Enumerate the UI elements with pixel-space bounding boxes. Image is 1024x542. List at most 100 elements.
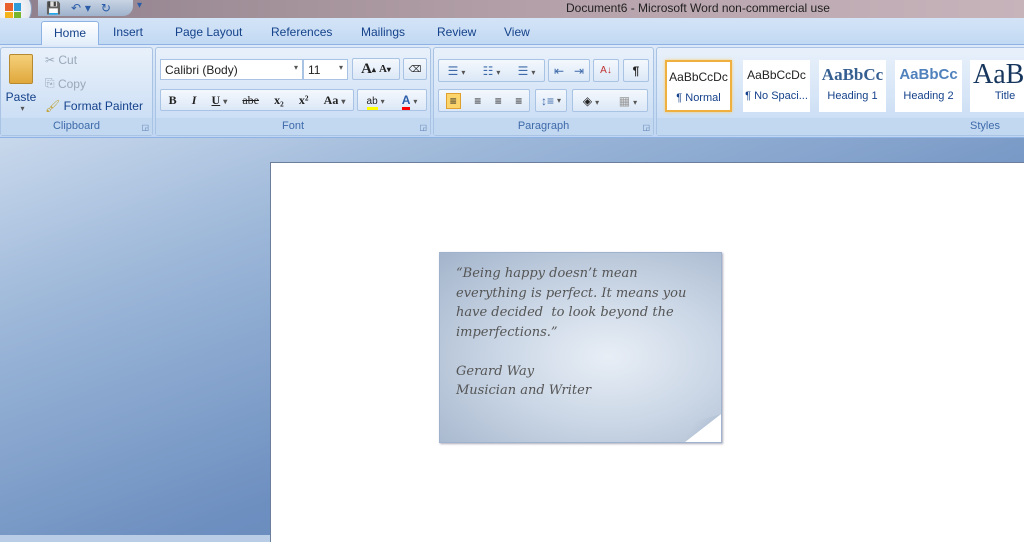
- font-size-value: 11: [308, 63, 321, 77]
- grow-font-button[interactable]: A: [361, 61, 372, 78]
- dialog-launcher-icon[interactable]: ◲: [419, 123, 427, 132]
- tab-references[interactable]: References: [271, 25, 332, 39]
- bullets-button[interactable]: ☰ ▾: [448, 64, 466, 78]
- font-name-value: Calibri (Body): [165, 63, 238, 77]
- chevron-down-icon: ▾: [20, 103, 25, 113]
- redo-icon[interactable]: ↻: [101, 1, 111, 15]
- style-name: ¶ Normal: [676, 92, 721, 104]
- color-bar: ab ▾ A ▾: [357, 89, 427, 111]
- paste-button[interactable]: Paste ▾: [3, 52, 39, 114]
- borders-button[interactable]: ▦ ▾: [619, 94, 637, 108]
- style-name: Heading 2: [903, 90, 954, 102]
- indent-buttons: ⇤ ⇥: [548, 59, 590, 82]
- cut-button[interactable]: ✂ Cut: [45, 53, 77, 67]
- clipboard-group-footer: Clipboard ◲: [1, 118, 152, 135]
- shading-button[interactable]: ◈ ▾: [583, 94, 599, 108]
- sort-button[interactable]: A↓: [593, 59, 619, 82]
- format-painter-label: Format Painter: [63, 99, 143, 113]
- show-formatting-button[interactable]: ¶: [623, 59, 649, 82]
- styles-label: Styles: [970, 120, 1000, 132]
- justify-button[interactable]: ≡: [515, 94, 522, 108]
- center-button[interactable]: ≡: [474, 94, 481, 108]
- undo-icon[interactable]: ↶ ▾: [71, 1, 91, 15]
- tab-page-layout[interactable]: Page Layout: [175, 25, 242, 39]
- title-bar: 💾 ↶ ▾ ↻ ▾ Document6 - Microsoft Word non…: [0, 0, 1024, 18]
- font-size-buttons: A ▴ A ▾: [352, 58, 400, 80]
- italic-button[interactable]: I: [192, 93, 197, 108]
- chevron-down-icon: ▾: [413, 97, 418, 106]
- font-group-footer: Font ◲: [156, 118, 430, 135]
- dialog-launcher-icon[interactable]: ◲: [642, 123, 650, 132]
- quote-text-box[interactable]: “Being happy doesn’t mean everything is …: [439, 252, 722, 443]
- save-icon[interactable]: 💾: [46, 1, 61, 15]
- superscript-button[interactable]: x²: [299, 93, 309, 108]
- styles-group-footer: Styles: [657, 118, 1024, 135]
- align-right-button[interactable]: ≡: [495, 94, 502, 108]
- change-case-label: Aa: [323, 92, 339, 107]
- office-logo-icon: [5, 3, 21, 19]
- font-color-button[interactable]: A ▾: [401, 93, 418, 110]
- chevron-down-icon: ▾: [223, 96, 228, 106]
- sort-icon: A↓: [600, 65, 612, 76]
- window-title: Document6 - Microsoft Word non-commercia…: [566, 1, 830, 15]
- font-group: Calibri (Body) ▾ 11 ▾ A ▴ A ▾ ⌫ B I U ▾ abe x…: [155, 47, 431, 136]
- style-heading-2[interactable]: AaBbCc Heading 2: [895, 60, 962, 112]
- shading-border-bar: ◈ ▾ ▦ ▾: [572, 89, 648, 112]
- style-preview: AaB: [973, 60, 1024, 90]
- scissors-icon: ✂: [45, 53, 59, 67]
- style-preview: AaBbCcDc: [747, 68, 806, 82]
- numbering-button[interactable]: ☷ ▾: [483, 64, 501, 78]
- font-size-select[interactable]: 11 ▾: [303, 59, 348, 80]
- tab-insert[interactable]: Insert: [113, 25, 143, 39]
- multilevel-list-button[interactable]: ☰ ▾: [518, 64, 536, 78]
- quick-access-toolbar: 💾 ↶ ▾ ↻: [38, 0, 133, 16]
- strikethrough-button[interactable]: abe: [242, 93, 259, 108]
- quote-author: Gerard Way: [456, 363, 535, 379]
- paragraph-label: Paragraph: [517, 120, 570, 132]
- tab-mailings[interactable]: Mailings: [361, 25, 405, 39]
- arrow-down-icon: ▾: [386, 64, 391, 74]
- highlight-button[interactable]: ab ▾: [366, 93, 385, 110]
- customize-qat-icon[interactable]: ▾: [137, 0, 142, 11]
- copy-label: Copy: [57, 76, 86, 91]
- ribbon: Paste ▾ ✂ Cut ⎘ Copy 🖌 Format Painter Cl…: [0, 45, 1024, 138]
- style-no-spacing[interactable]: AaBbCcDc ¶ No Spaci...: [743, 60, 810, 112]
- style-preview: AaBbCcDc: [669, 70, 728, 84]
- clear-formatting-button[interactable]: ⌫: [403, 58, 427, 80]
- copy-icon: ⎘: [45, 76, 58, 90]
- tab-home[interactable]: Home: [41, 21, 100, 45]
- chevron-down-icon: ▾: [338, 63, 343, 72]
- decrease-indent-button[interactable]: ⇤: [554, 64, 564, 78]
- clipboard-icon: [9, 53, 33, 84]
- bold-button[interactable]: B: [169, 93, 177, 108]
- style-heading-1[interactable]: AaBbCc Heading 1: [819, 60, 886, 112]
- style-normal[interactable]: AaBbCcDc ¶ Normal: [665, 60, 732, 112]
- cut-label: Cut: [58, 53, 78, 67]
- style-title[interactable]: AaB Title: [970, 60, 1024, 112]
- list-buttons: ☰ ▾ ☷ ▾ ☰ ▾: [438, 59, 545, 82]
- copy-button[interactable]: ⎘ Copy: [45, 76, 86, 91]
- highlighter-icon: ab: [366, 96, 378, 110]
- tab-review[interactable]: Review: [437, 25, 476, 39]
- change-case-button[interactable]: Aa ▾: [324, 93, 346, 108]
- clipboard-label: Clipboard: [52, 120, 101, 132]
- subscript-button[interactable]: x₂: [274, 93, 284, 108]
- chevron-down-icon: ▾: [557, 96, 562, 105]
- align-left-button[interactable]: ≡: [445, 92, 461, 109]
- line-spacing-button[interactable]: ↕≡ ▾: [535, 89, 567, 112]
- quote-body: “Being happy doesn’t mean everything is …: [456, 266, 687, 340]
- format-painter-button[interactable]: 🖌 Format Painter: [45, 99, 143, 113]
- shrink-font-button[interactable]: A: [379, 63, 387, 75]
- style-preview: AaBbCc: [821, 65, 884, 84]
- eraser-icon: ⌫: [408, 63, 422, 74]
- tab-view[interactable]: View: [504, 25, 530, 39]
- font-name-select[interactable]: Calibri (Body) ▾: [160, 59, 303, 80]
- paragraph-group: ☰ ▾ ☷ ▾ ☰ ▾ ⇤ ⇥ A↓ ¶ ≡ ≡ ≡ ≡ ↕≡ ▾ ◈ ▾ ▦ ▾ Parag…: [433, 47, 654, 136]
- dialog-launcher-icon[interactable]: ◲: [141, 123, 149, 132]
- style-name: ¶ No Spaci...: [745, 90, 808, 102]
- style-name: Heading 1: [827, 90, 878, 102]
- increase-indent-button[interactable]: ⇥: [574, 64, 584, 78]
- ribbon-tabs: Home Insert Page Layout References Maili…: [0, 18, 1024, 45]
- chevron-down-icon: ▾: [341, 96, 346, 106]
- underline-button[interactable]: U ▾: [212, 93, 228, 108]
